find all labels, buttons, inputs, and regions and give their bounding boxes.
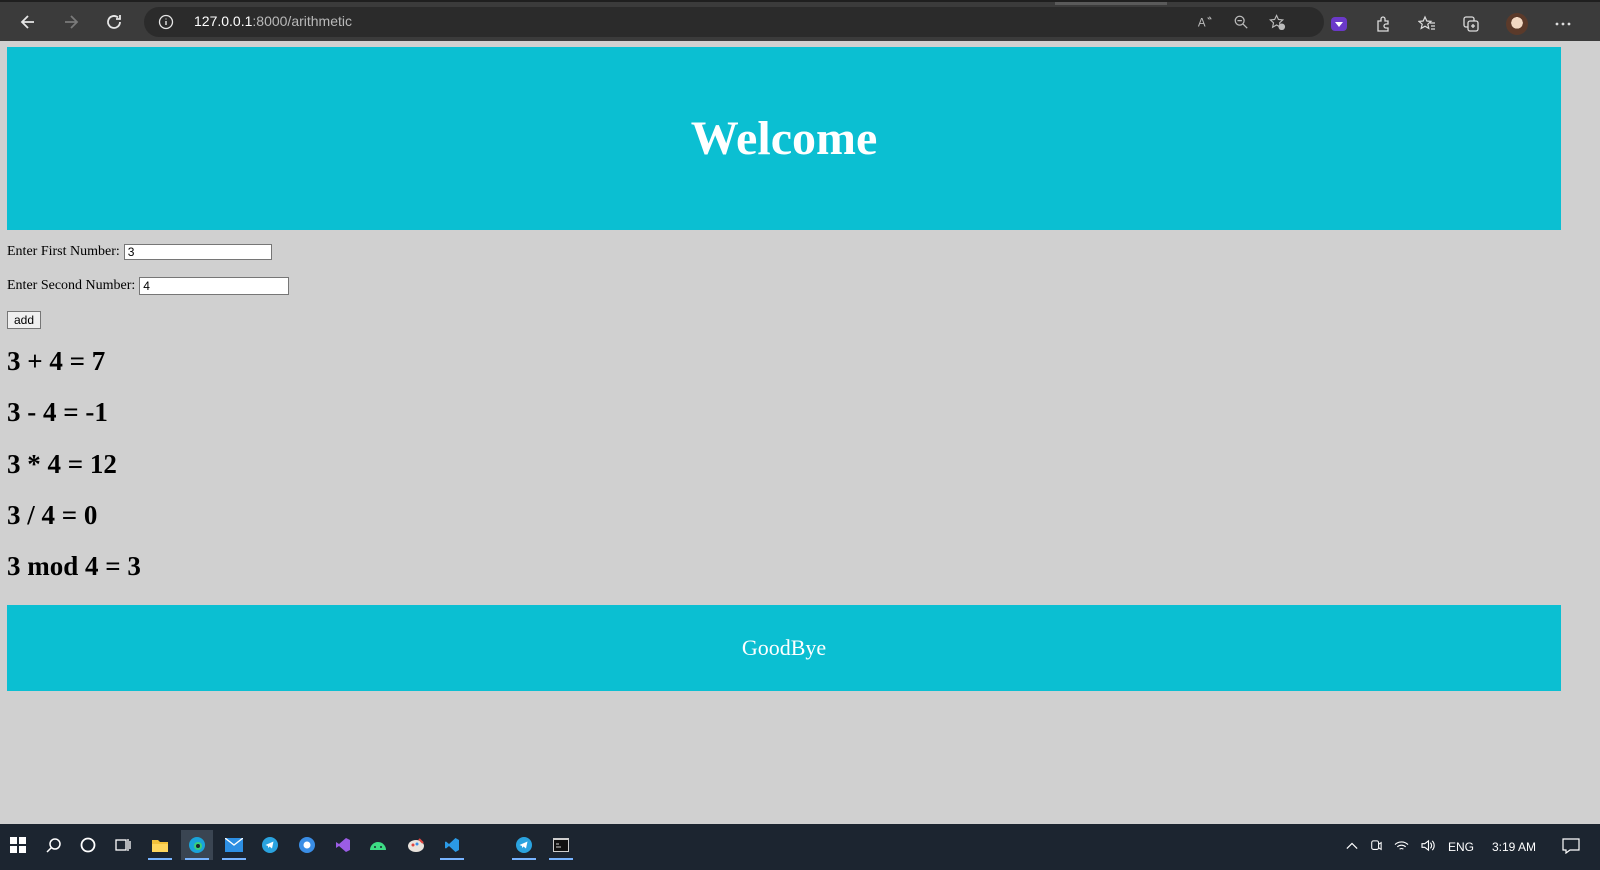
language-indicator[interactable]: ENG [1448, 840, 1474, 854]
collections-icon[interactable] [1462, 15, 1480, 33]
back-arrow-icon [20, 15, 34, 29]
start-button[interactable] [2, 830, 34, 860]
vscode-icon [445, 838, 459, 852]
extension-shield-icon[interactable] [1330, 15, 1348, 33]
taskbar-edge[interactable] [181, 830, 213, 860]
volume-icon[interactable] [1421, 839, 1436, 855]
telegram-icon-2 [516, 837, 532, 853]
result-divide: 3 / 4 = 0 [7, 500, 98, 530]
forward-button[interactable] [55, 8, 87, 36]
browser-toolbar: 127.0.0.1:8000/arithmetic A [0, 0, 1600, 41]
cortana-circle-icon [80, 837, 96, 853]
result-subtract: 3 - 4 = -1 [7, 397, 108, 427]
taskbar-search[interactable] [38, 830, 70, 860]
welcome-header: Welcome [7, 47, 1561, 230]
favorites-icon[interactable] [1418, 15, 1436, 33]
mail-icon [225, 838, 243, 852]
add-button[interactable]: add [7, 311, 42, 329]
taskbar-cortana[interactable] [72, 830, 104, 860]
android-icon [370, 842, 386, 850]
app-circle-icon [299, 837, 315, 853]
clock[interactable]: 3:19 AM [1492, 840, 1536, 854]
address-bar[interactable]: 127.0.0.1:8000/arithmetic A [144, 7, 1324, 37]
page-title: Welcome [690, 112, 878, 165]
paint-icon [408, 838, 424, 852]
forward-arrow-icon [65, 15, 79, 29]
visual-studio-icon [336, 838, 350, 852]
windows-taskbar: ENG 3:19 AM [0, 824, 1600, 870]
refresh-icon [107, 15, 121, 29]
taskbar-android-studio[interactable] [362, 830, 394, 860]
add-favorite-icon[interactable] [1268, 13, 1286, 31]
url-text[interactable]: 127.0.0.1:8000/arithmetic [194, 13, 352, 29]
profile-avatar[interactable] [1506, 13, 1528, 35]
taskbar-file-explorer[interactable] [144, 830, 176, 860]
folder-icon [152, 840, 168, 852]
extensions-icon[interactable] [1374, 15, 1392, 33]
result-mod: 3 mod 4 = 3 [7, 551, 141, 581]
read-aloud-icon[interactable]: A [1196, 13, 1214, 31]
windows-logo-icon [10, 837, 26, 853]
goodbye-footer: GoodBye [7, 605, 1561, 691]
taskbar-app-blue[interactable] [291, 830, 323, 860]
edge-browser-icon [189, 837, 205, 853]
terminal-icon [553, 838, 569, 852]
taskbar-vscode[interactable] [436, 830, 468, 860]
taskbar-task-view[interactable] [107, 830, 139, 860]
page-viewport: Welcome Enter First Number: Enter Second… [0, 41, 1568, 824]
taskbar-visual-studio[interactable] [327, 830, 359, 860]
result-multiply: 3 * 4 = 12 [7, 449, 117, 479]
first-number-input[interactable] [123, 244, 272, 260]
second-number-label: Enter Second Number: [7, 278, 136, 293]
notifications-icon[interactable] [1562, 837, 1580, 857]
info-icon[interactable] [158, 14, 174, 30]
chevron-up-icon[interactable] [1346, 840, 1358, 854]
svg-text:A: A [1198, 17, 1206, 29]
first-number-row: Enter First Number: [7, 244, 272, 260]
taskbar-paint[interactable] [400, 830, 432, 860]
taskbar-telegram-2[interactable] [508, 830, 540, 860]
wifi-icon[interactable] [1394, 839, 1409, 855]
search-icon [46, 838, 61, 853]
footer-text: GoodBye [741, 635, 827, 660]
more-menu-icon[interactable] [1554, 15, 1572, 33]
meet-now-icon[interactable] [1370, 839, 1382, 856]
system-tray: ENG 3:19 AM [1346, 824, 1580, 870]
tab-strip-indicator [1055, 2, 1167, 5]
second-number-input[interactable] [139, 277, 290, 295]
result-add: 3 + 4 = 7 [7, 346, 106, 376]
page-scrollbar[interactable] [1568, 41, 1600, 824]
refresh-button[interactable] [98, 8, 130, 36]
taskbar-command-prompt[interactable] [545, 830, 577, 860]
telegram-icon [262, 837, 278, 853]
task-view-icon [115, 839, 131, 851]
back-button[interactable] [12, 8, 44, 36]
first-number-label: Enter First Number: [7, 244, 120, 259]
zoom-out-icon[interactable] [1232, 13, 1250, 31]
taskbar-telegram[interactable] [254, 830, 286, 860]
taskbar-mail[interactable] [218, 830, 250, 860]
second-number-row: Enter Second Number: [7, 277, 290, 295]
